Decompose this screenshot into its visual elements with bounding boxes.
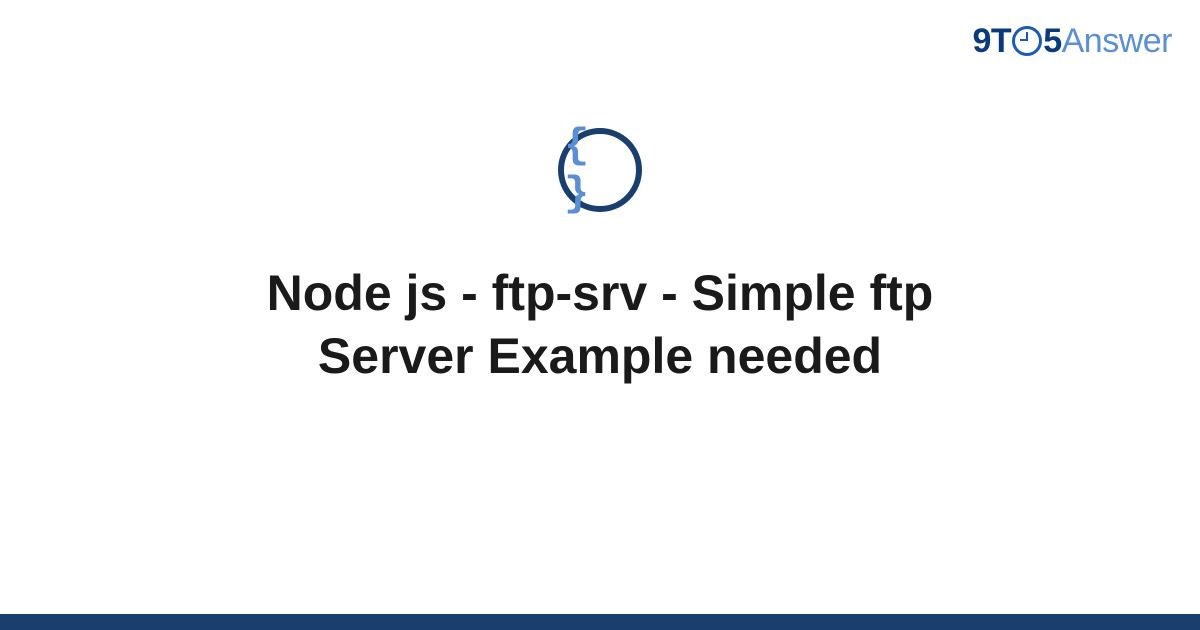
footer-bar: [0, 614, 1200, 630]
braces-glyph: { }: [564, 122, 636, 218]
logo-text-9t: 9T: [973, 22, 1012, 61]
site-logo[interactable]: 9T 5 Answer: [973, 22, 1172, 61]
logo-text-answer: Answer: [1062, 22, 1172, 61]
clock-icon: [1012, 26, 1042, 56]
logo-text-5: 5: [1043, 22, 1061, 61]
main-content: { } Node js - ftp-srv - Simple ftp Serve…: [0, 128, 1200, 387]
question-title: Node js - ftp-srv - Simple ftp Server Ex…: [150, 262, 1050, 387]
code-braces-icon: { }: [558, 128, 642, 212]
